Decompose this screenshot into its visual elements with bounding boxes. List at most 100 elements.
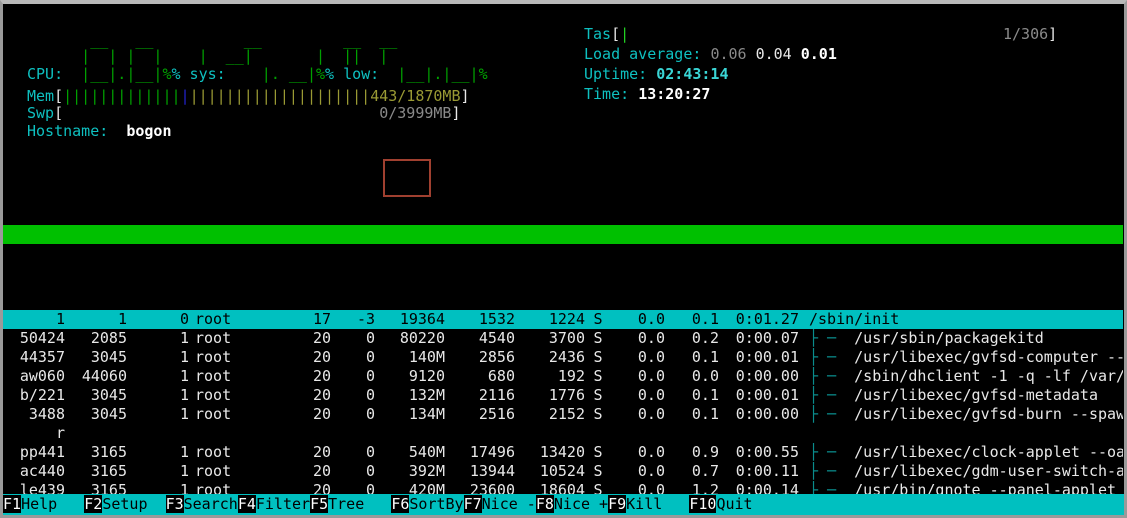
table-row[interactable]: 3488 3045 1 root 20 0 134M 2516 2152 S 0.0 0.1 0:00.…	[3, 405, 1123, 424]
fn-label-quit[interactable]: Quit	[716, 495, 753, 513]
load-average-label: Load average:	[584, 45, 702, 63]
table-row[interactable]: aw060 44060 1 root 20 0 9120 680 192 S 0.0 0.0 0:00.…	[3, 367, 1123, 386]
swap-usage-text: 0/3999MB	[379, 104, 452, 122]
cell-pid: pp441	[19, 443, 65, 461]
cell-ni: 0	[365, 405, 375, 423]
cell-time: 0:00.00	[735, 367, 799, 385]
fn-label-search[interactable]: Search	[183, 495, 238, 513]
cell-ppid: 1	[179, 443, 189, 461]
uptime-value: 02:43:14	[656, 65, 729, 83]
swap-bracket-close: ]	[451, 104, 461, 122]
tasks-count-group: 1/306]	[1003, 26, 1057, 43]
cell-state: S	[593, 310, 603, 328]
cell-user: root	[195, 386, 232, 404]
cell-pri: 20	[312, 462, 331, 480]
table-row[interactable]: r	[3, 424, 1123, 443]
cell-pri: 20	[312, 367, 331, 385]
cell-ppid: 1	[179, 348, 189, 366]
cell-pri: 20	[312, 443, 331, 461]
cell-res: 2856	[478, 348, 515, 366]
cell-virt: 80220	[399, 329, 445, 347]
cell-user: root	[195, 310, 232, 328]
cell-pid: 50424	[19, 329, 65, 347]
cpu-sys-label: % sys:	[171, 65, 226, 83]
cell-ni: 0	[365, 329, 375, 347]
process-table[interactable]: PIDPGRPPPIDUSERPRINIVIRTRESSHRSCPU%MEM%T…	[3, 159, 1123, 515]
cell-ppid: 1	[179, 367, 189, 385]
mem-bracket-open: [	[54, 87, 64, 105]
fn-label-filter[interactable]: Filter	[255, 495, 311, 513]
cell-pgrp: 3045	[90, 348, 127, 366]
fn-label-kill[interactable]: Kill	[626, 495, 690, 513]
cpu-led-row-mid: | | | | | __| | || |	[36, 47, 389, 65]
command-text: /sbin/init	[809, 310, 900, 328]
cell-mem: 0.1	[691, 405, 719, 423]
cell-cpu: 0.0	[637, 329, 665, 347]
table-header-row[interactable]: PIDPGRPPPIDUSERPRINIVIRTRESSHRSCPU%MEM%T…	[3, 225, 1123, 244]
tree-connector-icon: ├ ─	[809, 329, 855, 347]
fn-key-f10: F10	[689, 495, 717, 513]
command-text: /usr/libexec/gvfsd-metadata	[854, 386, 1098, 404]
tasks-bracket-close: ]	[1048, 25, 1058, 43]
cell-user: root	[195, 462, 232, 480]
cell-pgrp: 44060	[81, 367, 127, 385]
cell-command: ├ ─ /usr/libexec/gdm-user-switch-app	[799, 462, 1123, 481]
cell-user: root	[195, 348, 232, 366]
cell-pgrp: 3045	[90, 386, 127, 404]
cell-state: S	[593, 405, 603, 423]
cell-cpu: 0.0	[637, 405, 665, 423]
cpu-low-percent-sign: %	[478, 65, 488, 83]
cell-cpu: 0.0	[637, 367, 665, 385]
cell-state: S	[593, 443, 603, 461]
fn-label-sortby[interactable]: SortBy	[409, 495, 464, 513]
tree-connector-icon: ├ ─	[809, 405, 855, 423]
table-row[interactable]: pp441 3165 1 root 20 0 540M 17496 13420 S 0.0 0.9 0:…	[3, 443, 1123, 462]
cell-mem: 0.2	[691, 329, 719, 347]
process-row-list[interactable]: 1 1 0 root 17 -3 19364 1532 1224 S 0.0 0.1 0:01.27/s…	[3, 310, 1123, 515]
fn-label-tree[interactable]: Tree	[328, 495, 392, 513]
fn-key-f8: F8	[535, 495, 554, 513]
fn-label-nice-[interactable]: Nice +	[553, 495, 609, 513]
cell-command: ├ ─ /sbin/dhclient -1 -q -lf /var/li	[799, 367, 1123, 386]
cell-res: 4540	[478, 329, 515, 347]
table-row[interactable]: ac440 3165 1 root 20 0 392M 13944 10524 S 0.0 0.7 0:…	[3, 462, 1123, 481]
cell-pri: 17	[312, 310, 331, 328]
cell-shr: 10524	[539, 462, 585, 480]
cell-command: ├ ─ /usr/libexec/gvfsd-computer --sp	[799, 348, 1123, 367]
cell-shr: 13420	[539, 443, 585, 461]
cell-time: 0:00.01	[735, 386, 799, 404]
fn-key-f4: F4	[237, 495, 256, 513]
cell-ppid: 1	[179, 329, 189, 347]
cell-mem: 0.1	[691, 386, 719, 404]
cell-cpu: 0.0	[637, 386, 665, 404]
fn-label-help[interactable]: Help	[21, 495, 85, 513]
fn-label-setup[interactable]: Setup	[102, 495, 166, 513]
cell-shr: 2152	[548, 405, 585, 423]
cell-virt: 19364	[399, 310, 445, 328]
cell-virt: 132M	[408, 386, 445, 404]
function-key-bar[interactable]: F1Help F2Setup F3SearchF4FilterF5Tree F6…	[3, 494, 1124, 515]
cell-pri: 20	[312, 386, 331, 404]
command-text: /usr/libexec/gdm-user-switch-app	[854, 462, 1123, 480]
table-row[interactable]: b/221 3045 1 root 20 0 132M 2116 1776 S 0.0 0.1 0:00…	[3, 386, 1123, 405]
cell-time: 0:00.00	[735, 405, 799, 423]
cell-shr: 2436	[548, 348, 585, 366]
cell-command: ├ ─ /usr/libexec/gvfsd-burn --spawne	[799, 405, 1123, 424]
fn-key-f9: F9	[608, 495, 627, 513]
table-row[interactable]: 50424 2085 1 root 20 0 80220 4540 3700 S 0.0 0.2 0:0…	[3, 329, 1123, 348]
fn-key-f3: F3	[165, 495, 184, 513]
command-text: /usr/sbin/packagekitd	[854, 329, 1044, 347]
cell-res: 2116	[478, 386, 515, 404]
table-row[interactable]: 44357 3045 1 root 20 0 140M 2856 2436 S 0.0 0.1 0:00…	[3, 348, 1123, 367]
load-5min: 0.04	[755, 45, 792, 63]
cell-res: 680	[487, 367, 515, 385]
cell-time: 0:01.27	[735, 310, 799, 328]
cell-res: 2516	[478, 405, 515, 423]
cell-state: S	[593, 462, 603, 480]
fn-label-nice-[interactable]: Nice -	[481, 495, 536, 513]
time-value: 13:20:27	[638, 85, 711, 103]
fn-key-f7: F7	[463, 495, 482, 513]
cell-virt: 140M	[408, 348, 445, 366]
table-row[interactable]: 1 1 0 root 17 -3 19364 1532 1224 S 0.0 0.1 0:01.27/s…	[3, 310, 1123, 329]
fn-key-f1: F1	[3, 495, 22, 513]
